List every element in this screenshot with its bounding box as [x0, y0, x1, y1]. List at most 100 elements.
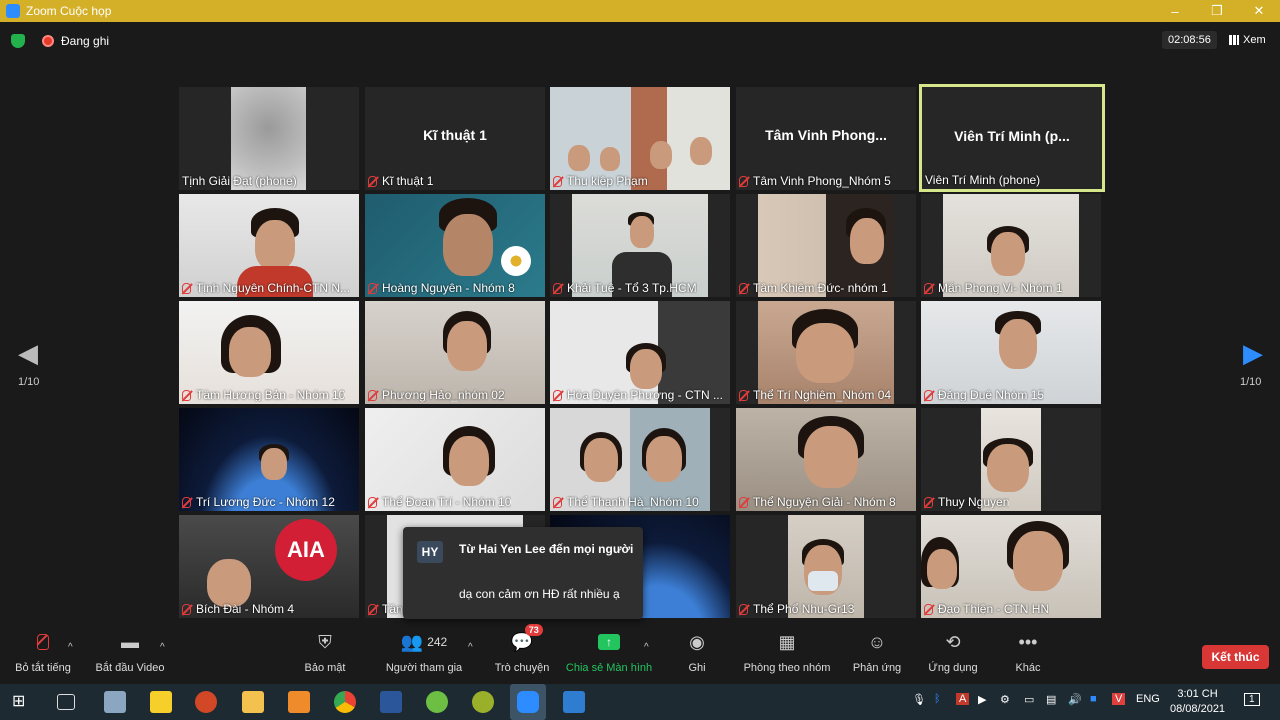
apps-icon: ⟲ — [945, 631, 961, 652]
task-view-icon[interactable] — [57, 694, 75, 710]
mic-muted-icon — [368, 175, 377, 187]
participant-tile[interactable]: Tịnh Giải Đạt (phone) — [179, 87, 359, 190]
participant-display-name: Tâm Vinh Phong... — [765, 127, 887, 143]
participant-tile[interactable]: Khải Tuệ - Tổ 3 Tp.HCM — [550, 194, 730, 297]
participant-tile[interactable]: Thể Thanh Hà_Nhóm 10 — [550, 408, 730, 511]
zoom-app-icon — [517, 691, 539, 713]
green-app-icon[interactable] — [426, 691, 448, 713]
participant-tile[interactable]: Thể Đoan Trí - Nhóm 10 — [365, 408, 545, 511]
participant-tile[interactable]: Tâm Khiêm Đức- nhóm 1 — [736, 194, 916, 297]
breakout-rooms-button[interactable]: ▦ Phòng theo nhóm — [742, 628, 832, 684]
breakout-rooms-icon: ▦ — [778, 631, 796, 652]
word-app-icon[interactable] — [380, 691, 402, 713]
view-button[interactable]: Xem — [1229, 34, 1266, 46]
participant-tile[interactable]: Thu kiệp Phạm — [550, 87, 730, 190]
notification-center-icon[interactable]: 1 — [1244, 693, 1260, 706]
zoom-taskbar-active[interactable] — [510, 684, 546, 720]
microphone-icon[interactable]: 🎙 — [912, 693, 926, 706]
maximize-button[interactable]: ❐ — [1196, 0, 1238, 22]
participant-tile[interactable]: Kĩ thuật 1 Kĩ thuật 1 — [365, 87, 545, 190]
chrome-app-icon[interactable] — [334, 691, 356, 713]
cursor-icon[interactable]: ▶ — [978, 693, 986, 706]
file-manager-app-icon[interactable] — [104, 691, 126, 713]
mic-muted-icon — [368, 496, 377, 508]
shield-icon: ⛨ — [318, 631, 332, 652]
taskbar-clock[interactable]: 3:01 CH 08/08/2021 — [1170, 687, 1225, 717]
participant-tile[interactable]: Đăng Duệ Nhóm 15 — [921, 301, 1101, 404]
input-language[interactable]: ENG — [1136, 693, 1160, 705]
participant-tile[interactable]: Tịnh Nguyên Chính-CTN N... — [179, 194, 359, 297]
participant-tile[interactable]: Thể Trí Nghiêm_Nhóm 04 — [736, 301, 916, 404]
participant-tile[interactable]: Trí Lương Đức - Nhóm 12 — [179, 408, 359, 511]
prev-page-arrow-icon[interactable]: ◀ — [18, 338, 38, 369]
vietkey-tray-icon[interactable]: V — [1112, 693, 1126, 705]
mic-muted-icon — [182, 389, 191, 401]
video-options-caret-icon[interactable]: ^ — [160, 642, 165, 653]
participant-tile[interactable]: Tâm Hương Bản - Nhóm 10 — [179, 301, 359, 404]
sender-avatar: HY — [417, 541, 443, 563]
tray-app-icon[interactable]: ⚙ — [1000, 693, 1010, 706]
participant-tile[interactable]: Phương Hảo_nhóm 02 — [365, 301, 545, 404]
participant-tile-active-speaker[interactable]: Viên Trí Minh (p... Viên Trí Minh (phone… — [919, 84, 1105, 192]
unmute-button[interactable]: Bỏ tắt tiếng — [14, 628, 72, 684]
participant-name: Tâm Hương Bản - Nhóm 10 — [182, 388, 345, 402]
mic-muted-icon — [924, 282, 933, 294]
participant-tile[interactable]: Thể Nguyện Giải - Nhóm 8 — [736, 408, 916, 511]
share-options-caret-icon[interactable]: ^ — [644, 642, 649, 653]
participant-tile[interactable]: Mẫn Phong Vi- Nhóm 1 — [921, 194, 1101, 297]
participant-name: Thu kiệp Phạm — [553, 174, 648, 188]
sticky-notes-app-icon[interactable] — [150, 691, 172, 713]
minimize-button[interactable]: – — [1154, 0, 1196, 22]
grid-view-icon — [1229, 35, 1239, 45]
bluetooth-icon[interactable]: ᛒ — [934, 693, 941, 705]
participant-tile[interactable]: AIA Bích Đài - Nhóm 4 — [179, 515, 359, 618]
participant-name: Tâm Vinh Phong_Nhóm 5 — [739, 174, 891, 188]
end-meeting-button[interactable]: Kết thúc — [1202, 645, 1269, 669]
reactions-button[interactable]: ☺ Phản ứng — [853, 628, 901, 684]
close-button[interactable]: ✕ — [1238, 0, 1280, 22]
participant-tile[interactable]: Hoàng Nguyên - Nhóm 8 — [365, 194, 545, 297]
participant-tile[interactable]: Thuy Nguyen — [921, 408, 1101, 511]
chat-button[interactable]: 💬 73 Trò chuyện — [494, 624, 550, 684]
participant-tile[interactable]: Đạo Thiện - CTN HN — [921, 515, 1101, 618]
participant-tile[interactable]: Hòa Duyên Phương - CTN ... — [550, 301, 730, 404]
file-explorer-icon[interactable] — [242, 691, 264, 713]
photos-app-icon[interactable] — [563, 691, 585, 713]
mic-muted-icon — [182, 282, 191, 294]
participant-tile[interactable]: Thể Phổ Nhu-Gr13 — [736, 515, 916, 618]
zoom-app-icon — [6, 4, 20, 18]
apps-button[interactable]: ⟲ Ứng dụng — [927, 628, 979, 684]
display-icon[interactable]: ▭ — [1024, 693, 1034, 706]
chat-notification-popup[interactable]: HY Từ Hai Yen Lee đến mọi người dạ con c… — [403, 527, 643, 619]
security-button[interactable]: ⛨ Bảo mật — [304, 628, 346, 684]
record-button[interactable]: ◉ Ghi — [686, 628, 708, 684]
recording-status[interactable]: Đang ghi — [61, 34, 109, 48]
encryption-shield-icon[interactable] — [11, 34, 25, 48]
audio-options-caret-icon[interactable]: ^ — [68, 642, 73, 653]
participant-name: Thể Đoan Trí - Nhóm 10 — [368, 495, 511, 509]
participant-name: Khải Tuệ - Tổ 3 Tp.HCM — [553, 281, 697, 295]
more-button[interactable]: ••• Khác — [1014, 628, 1042, 684]
windows-start-icon[interactable]: ⊞ — [12, 691, 34, 713]
mic-muted-icon — [553, 389, 562, 401]
participant-display-name: Kĩ thuật 1 — [423, 127, 487, 143]
network-icon[interactable]: ▤ — [1046, 693, 1056, 706]
zoom-tray-icon[interactable]: ■ — [1090, 693, 1097, 705]
participant-tile[interactable]: Tâm Vinh Phong... Tâm Vinh Phong_Nhóm 5 — [736, 87, 916, 190]
participants-caret-icon[interactable]: ^ — [468, 642, 473, 653]
participants-button[interactable]: 👥 242 Người tham gia — [384, 628, 464, 684]
participant-name: Kĩ thuật 1 — [368, 174, 433, 188]
participant-name: Tân — [368, 602, 403, 616]
participant-name: Tịnh Giải Đạt (phone) — [182, 174, 297, 188]
participants-icon: 👥 242 — [400, 631, 448, 652]
next-page-arrow-icon[interactable]: ▶ — [1243, 338, 1263, 369]
participant-name: Mẫn Phong Vi- Nhóm 1 — [924, 281, 1063, 295]
pdf-app-icon[interactable] — [288, 691, 310, 713]
swirl-app-icon[interactable] — [472, 691, 494, 713]
volume-icon[interactable]: 🔊 — [1068, 693, 1082, 706]
participant-name: Viên Trí Minh (phone) — [925, 173, 1041, 187]
powerpoint-app-icon[interactable] — [195, 691, 217, 713]
start-video-button[interactable]: ▬ Bắt đầu Video — [95, 628, 165, 684]
tray-app-icon[interactable]: A — [956, 693, 970, 705]
share-screen-button[interactable]: ↑ Chia sẻ Màn hình — [566, 628, 652, 684]
